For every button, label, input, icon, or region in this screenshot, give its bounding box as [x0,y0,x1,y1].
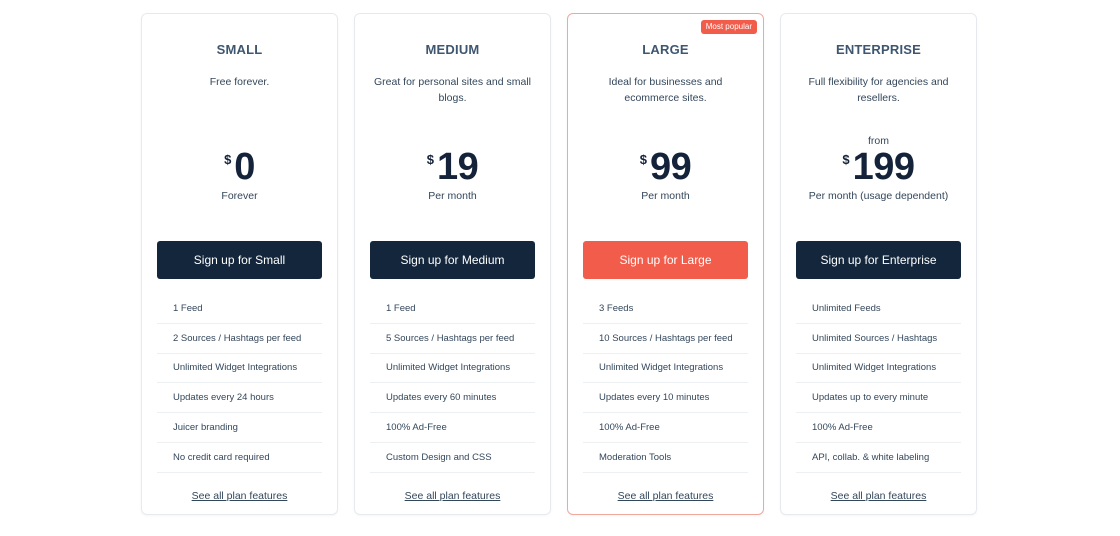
feature-item: Updates every 10 minutes [583,383,748,414]
plan-description: Great for personal sites and small blogs… [374,76,531,104]
feature-item: 100% Ad-Free [583,413,748,443]
feature-item: Unlimited Widget Integrations [370,354,535,384]
feature-item: Updates every 60 minutes [370,383,535,414]
price-amount: 19 [436,146,479,188]
signup-small-button[interactable]: Sign up for Small [157,241,322,279]
feature-item: Juicer branding [157,413,322,443]
feature-item: 2 Sources / Hashtags per feed [157,324,322,354]
feature-item: Unlimited Widget Integrations [157,354,322,384]
feature-item: Unlimited Feeds [796,294,961,324]
plan-description: Free forever. [209,76,270,88]
plan-name: SMALL [216,42,263,57]
plan-card-large: Most popular LARGE Ideal for businesses … [567,13,764,515]
feature-item: 10 Sources / Hashtags per feed [583,324,748,354]
feature-list: 3 Feeds 10 Sources / Hashtags per feed U… [583,294,748,473]
see-all-features-link[interactable]: See all plan features [568,490,763,502]
currency-symbol: $ [639,152,647,167]
price-amount: 199 [852,146,915,188]
feature-item: 1 Feed [370,294,535,324]
currency-symbol: $ [224,152,232,167]
see-all-features-link[interactable]: See all plan features [142,490,337,502]
signup-large-button[interactable]: Sign up for Large [583,241,748,279]
feature-item: Updates every 24 hours [157,383,322,414]
signup-enterprise-button[interactable]: Sign up for Enterprise [796,241,961,279]
plan-price: $0 [142,146,337,189]
currency-symbol: $ [426,152,434,167]
signup-medium-button[interactable]: Sign up for Medium [370,241,535,279]
price-period: Per month [641,190,690,202]
feature-item: Custom Design and CSS [370,443,535,473]
price-period: Forever [221,190,258,202]
feature-item: No credit card required [157,443,322,473]
plan-description: Ideal for businesses and ecommerce sites… [608,76,723,104]
price-period: Per month (usage dependent) [808,190,949,202]
most-popular-badge: Most popular [700,20,757,34]
pricing-plans: SMALL Free forever. $0 Forever Sign up f… [141,13,977,515]
plan-card-enterprise: ENTERPRISE Full flexibility for agencies… [780,13,977,515]
see-all-features-link[interactable]: See all plan features [781,490,976,502]
feature-item: Unlimited Widget Integrations [583,354,748,384]
plan-price: $199 [781,146,976,189]
feature-item: Unlimited Widget Integrations [796,354,961,384]
price-period: Per month [428,190,477,202]
plan-card-small: SMALL Free forever. $0 Forever Sign up f… [141,13,338,515]
plan-card-medium: MEDIUM Great for personal sites and smal… [354,13,551,515]
currency-symbol: $ [842,152,850,167]
plan-name: LARGE [642,42,689,57]
feature-item: 100% Ad-Free [370,413,535,443]
feature-list: 1 Feed 5 Sources / Hashtags per feed Unl… [370,294,535,473]
feature-item: 3 Feeds [583,294,748,324]
price-amount: 99 [649,146,692,188]
feature-item: API, collab. & white labeling [796,443,961,473]
feature-list: 1 Feed 2 Sources / Hashtags per feed Unl… [157,294,322,473]
plan-description: Full flexibility for agencies and resell… [808,76,949,104]
feature-item: 100% Ad-Free [796,413,961,443]
feature-item: Moderation Tools [583,443,748,473]
plan-price: $99 [568,146,763,189]
feature-item: 5 Sources / Hashtags per feed [370,324,535,354]
see-all-features-link[interactable]: See all plan features [355,490,550,502]
price-amount: 0 [234,146,255,188]
feature-item: 1 Feed [157,294,322,324]
plan-name: MEDIUM [425,42,480,57]
plan-name: ENTERPRISE [835,42,922,57]
plan-price: $19 [355,146,550,189]
feature-list: Unlimited Feeds Unlimited Sources / Hash… [796,294,961,473]
feature-item: Unlimited Sources / Hashtags [796,324,961,354]
feature-item: Updates up to every minute [796,383,961,414]
